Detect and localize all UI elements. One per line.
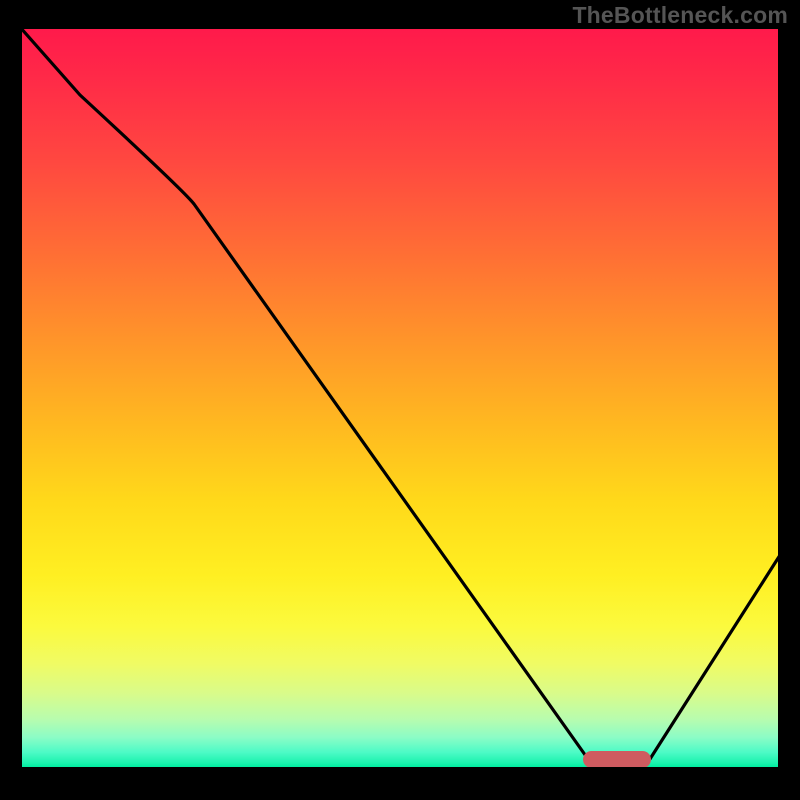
chart-frame: TheBottleneck.com	[0, 0, 800, 800]
bottleneck-curve	[22, 29, 778, 777]
x-axis-strip	[22, 767, 778, 777]
curve-path	[22, 29, 778, 766]
optimal-marker	[583, 751, 651, 768]
plot-area	[22, 29, 778, 777]
watermark-text: TheBottleneck.com	[572, 2, 788, 29]
